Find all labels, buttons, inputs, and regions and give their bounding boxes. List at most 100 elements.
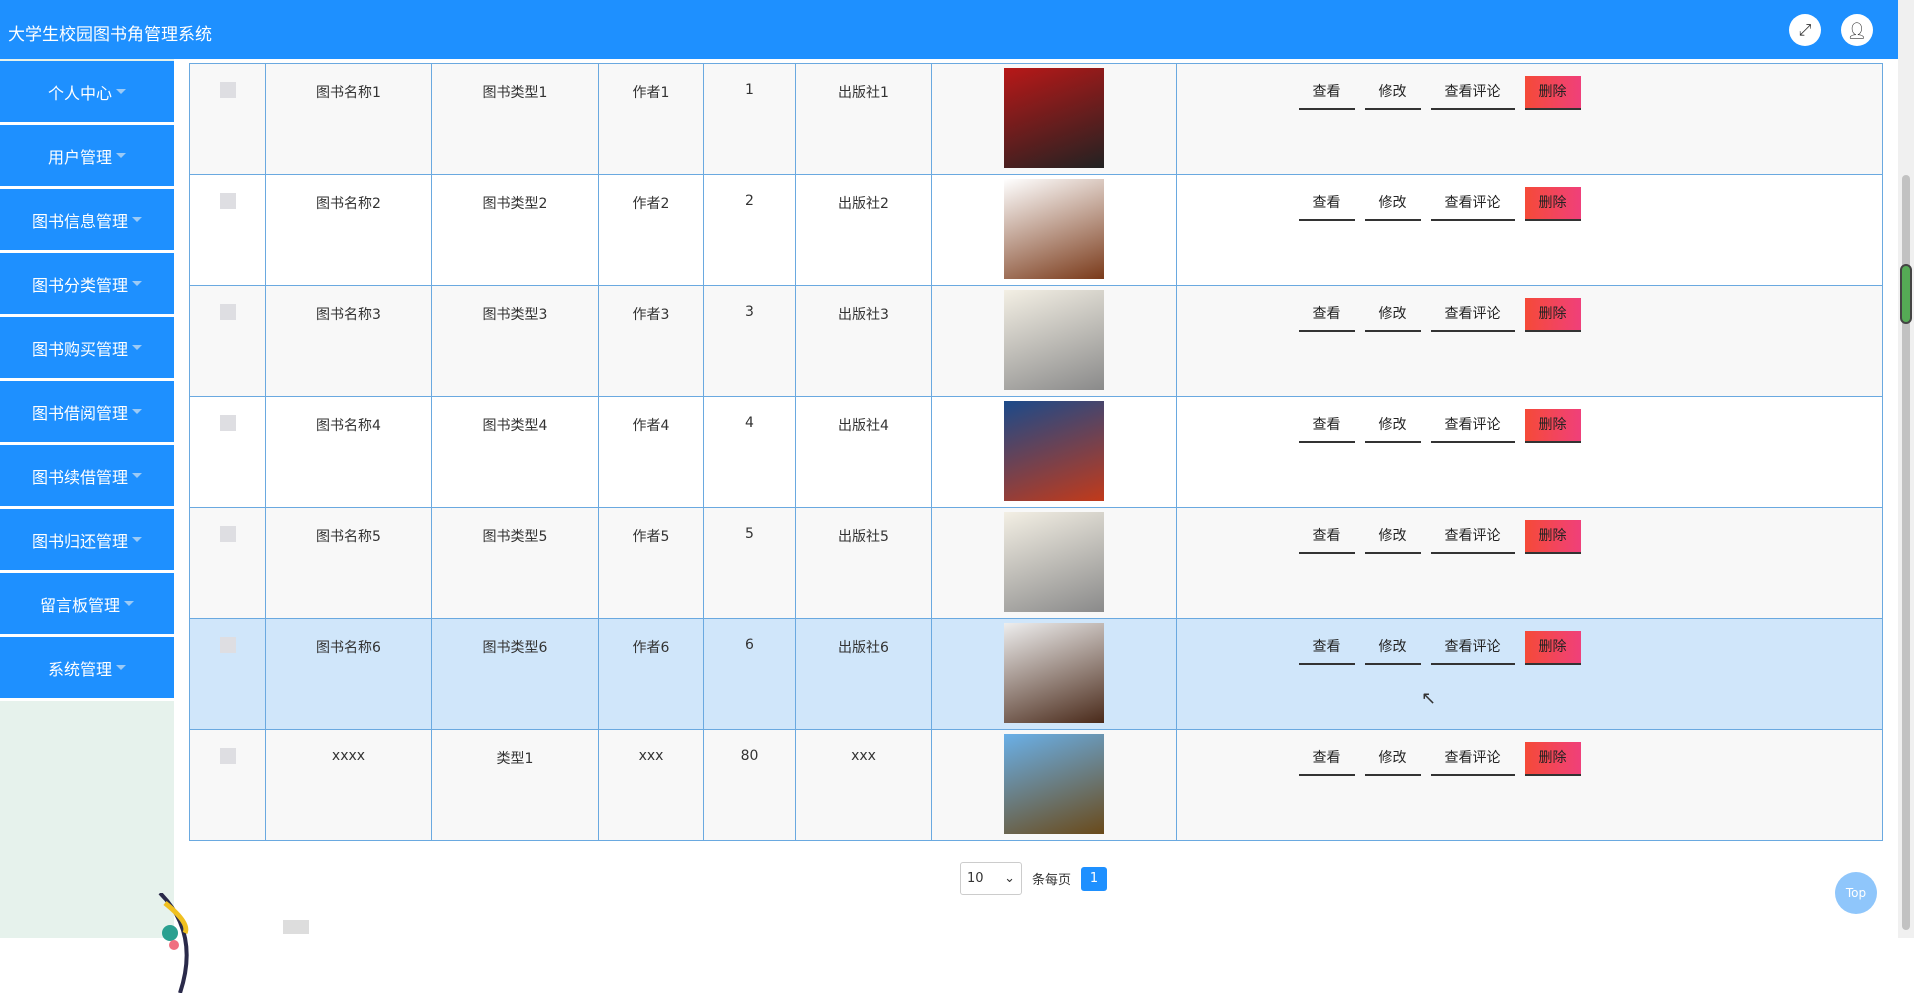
row-checkbox[interactable] [219, 193, 236, 209]
pagination: 10 ⌄ 条每页 1 [960, 862, 1108, 895]
caret-down-icon [116, 89, 126, 94]
actions-cell: 查看 修改 查看评论 删除 [1176, 396, 1883, 508]
small-tag [283, 920, 309, 934]
table-row: 图书名称2 图书类型2 作者2 2 出版社2 查看 修改 查看评论 删除 [189, 174, 1883, 286]
actions-cell: 查看 修改 查看评论 删除 [1176, 618, 1883, 730]
author: 作者4 [598, 396, 704, 508]
chevron-down-icon: ⌄ [1004, 871, 1015, 886]
sidebar-item[interactable]: 用户管理 [0, 125, 174, 186]
select-cell [189, 729, 266, 841]
view-comments-button[interactable]: 查看评论 [1430, 520, 1515, 554]
publisher: 出版社3 [795, 285, 932, 397]
edit-button[interactable]: 修改 [1364, 631, 1421, 665]
row-checkbox[interactable] [219, 526, 236, 542]
actions-cell: 查看 修改 查看评论 删除 [1176, 285, 1883, 397]
book-name: 图书名称3 [265, 285, 432, 397]
view-button[interactable]: 查看 [1298, 298, 1355, 332]
actions-cell: 查看 修改 查看评论 删除 [1176, 174, 1883, 286]
book-cover-image [1004, 623, 1104, 723]
sidebar-item[interactable]: 图书续借管理 [0, 445, 174, 506]
view-comments-button[interactable]: 查看评论 [1430, 298, 1515, 332]
count: 3 [703, 285, 796, 397]
row-checkbox[interactable] [219, 304, 236, 320]
sidebar-item[interactable]: 图书借阅管理 [0, 381, 174, 442]
book-name: xxxx [265, 729, 432, 841]
delete-button[interactable]: 删除 [1524, 742, 1581, 776]
sidebar-item[interactable]: 个人中心 [0, 61, 174, 122]
row-checkbox[interactable] [219, 748, 236, 764]
delete-button[interactable]: 删除 [1524, 520, 1581, 554]
user-icon: 👤︎ [1846, 20, 1868, 40]
select-cell [189, 174, 266, 286]
view-comments-button[interactable]: 查看评论 [1430, 631, 1515, 665]
view-button[interactable]: 查看 [1298, 520, 1355, 554]
sidebar-item[interactable]: 图书信息管理 [0, 189, 174, 250]
book-type: 图书类型6 [431, 618, 599, 730]
edit-button[interactable]: 修改 [1364, 298, 1421, 332]
table-row: 图书名称3 图书类型3 作者3 3 出版社3 查看 修改 查看评论 删除 [189, 285, 1883, 397]
book-type: 图书类型2 [431, 174, 599, 286]
app-title: 大学生校园图书角管理系统 [8, 25, 212, 45]
book-cover-image [1004, 734, 1104, 834]
caret-down-icon [132, 345, 142, 350]
view-comments-button[interactable]: 查看评论 [1430, 409, 1515, 443]
book-name: 图书名称1 [265, 63, 432, 175]
table-row: 图书名称6 图书类型6 作者6 6 出版社6 查看 修改 查看评论 删除 [189, 618, 1883, 730]
sidebar-item[interactable]: 图书购买管理 [0, 317, 174, 378]
fullscreen-button[interactable]: ⤢ [1789, 14, 1821, 46]
select-cell [189, 507, 266, 619]
actions-cell: 查看 修改 查看评论 删除 [1176, 729, 1883, 841]
select-cell [189, 396, 266, 508]
edit-button[interactable]: 修改 [1364, 520, 1421, 554]
sidebar-item-label: 用户管理 [47, 147, 112, 167]
sidebar-item-label: 系统管理 [47, 659, 112, 679]
user-button[interactable]: 👤︎ [1841, 14, 1873, 46]
view-button[interactable]: 查看 [1298, 409, 1355, 443]
view-button[interactable]: 查看 [1298, 742, 1355, 776]
caret-down-icon [132, 473, 142, 478]
edit-button[interactable]: 修改 [1364, 187, 1421, 221]
delete-button[interactable]: 删除 [1524, 76, 1581, 110]
back-to-top-button[interactable]: Top [1835, 872, 1877, 914]
decorative-illustration [158, 893, 189, 993]
select-cell [189, 618, 266, 730]
view-button[interactable]: 查看 [1298, 76, 1355, 110]
edit-button[interactable]: 修改 [1364, 409, 1421, 443]
scroll-indicator-icon [1900, 264, 1912, 324]
caret-down-icon [124, 601, 134, 606]
row-checkbox[interactable] [219, 82, 236, 98]
count: 6 [703, 618, 796, 730]
count: 2 [703, 174, 796, 286]
delete-button[interactable]: 删除 [1524, 631, 1581, 665]
caret-down-icon [132, 537, 142, 542]
caret-down-icon [132, 409, 142, 414]
sidebar-item[interactable]: 留言板管理 [0, 573, 174, 634]
book-type: 图书类型3 [431, 285, 599, 397]
row-checkbox[interactable] [219, 415, 236, 431]
publisher: 出版社2 [795, 174, 932, 286]
page-size-select[interactable]: 10 ⌄ [960, 862, 1022, 895]
sidebar-item[interactable]: 图书分类管理 [0, 253, 174, 314]
sidebar-item[interactable]: 图书归还管理 [0, 509, 174, 570]
view-button[interactable]: 查看 [1298, 187, 1355, 221]
view-comments-button[interactable]: 查看评论 [1430, 76, 1515, 110]
publisher: 出版社4 [795, 396, 932, 508]
delete-button[interactable]: 删除 [1524, 409, 1581, 443]
sidebar-item[interactable]: 系统管理 [0, 637, 174, 698]
table-row: 图书名称1 图书类型1 作者1 1 出版社1 查看 修改 查看评论 删除 [189, 63, 1883, 175]
delete-button[interactable]: 删除 [1524, 187, 1581, 221]
publisher: xxx [795, 729, 932, 841]
view-comments-button[interactable]: 查看评论 [1430, 742, 1515, 776]
row-checkbox[interactable] [219, 637, 236, 653]
author: 作者6 [598, 618, 704, 730]
caret-down-icon [116, 665, 126, 670]
page-scrollbar[interactable] [1898, 0, 1914, 938]
delete-button[interactable]: 删除 [1524, 298, 1581, 332]
view-comments-button[interactable]: 查看评论 [1430, 187, 1515, 221]
sidebar-item-label: 留言板管理 [39, 595, 120, 615]
divider [0, 698, 174, 701]
edit-button[interactable]: 修改 [1364, 742, 1421, 776]
edit-button[interactable]: 修改 [1364, 76, 1421, 110]
page-button-current[interactable]: 1 [1081, 866, 1108, 891]
view-button[interactable]: 查看 [1298, 631, 1355, 665]
